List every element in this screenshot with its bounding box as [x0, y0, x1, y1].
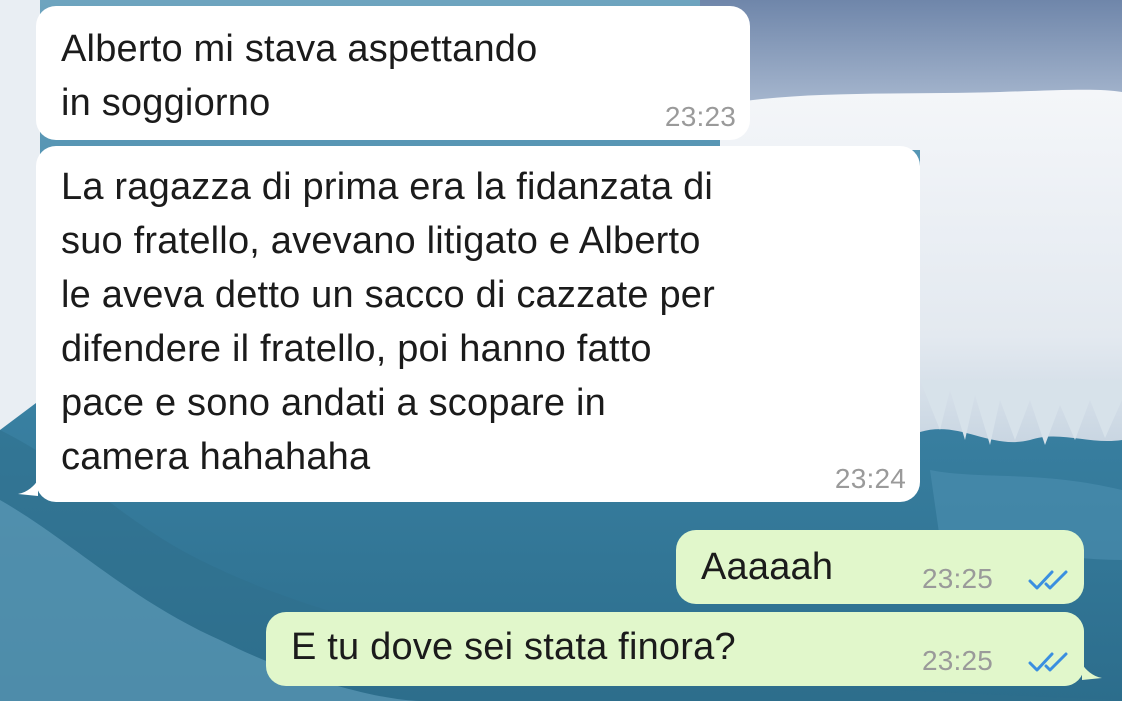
- message-timestamp: 23:25: [922, 645, 994, 676]
- bubble-tail-icon: [18, 480, 38, 496]
- message-timestamp: 23:24: [834, 463, 906, 494]
- message-timestamp: 23:25: [922, 563, 994, 594]
- incoming-message-bubble[interactable]: Alberto mi stava aspettando in soggiorno…: [36, 6, 750, 140]
- message-text: Alberto mi stava aspettando in soggiorno: [61, 28, 538, 124]
- message-text: Aaaaah: [701, 546, 834, 588]
- outgoing-message-bubble[interactable]: E tu dove sei stata finora? 23:25: [266, 612, 1084, 686]
- message-text: La ragazza di prima era la fidanzata di …: [61, 166, 715, 478]
- double-check-read-icon: [1028, 570, 1068, 590]
- outgoing-message-bubble[interactable]: Aaaaah 23:25: [676, 530, 1084, 604]
- bubble-tail-icon: [1082, 664, 1102, 680]
- message-timestamp: 23:23: [664, 101, 736, 132]
- double-check-read-icon: [1028, 652, 1068, 672]
- message-text: E tu dove sei stata finora?: [291, 626, 736, 668]
- incoming-message-bubble[interactable]: La ragazza di prima era la fidanzata di …: [36, 146, 920, 502]
